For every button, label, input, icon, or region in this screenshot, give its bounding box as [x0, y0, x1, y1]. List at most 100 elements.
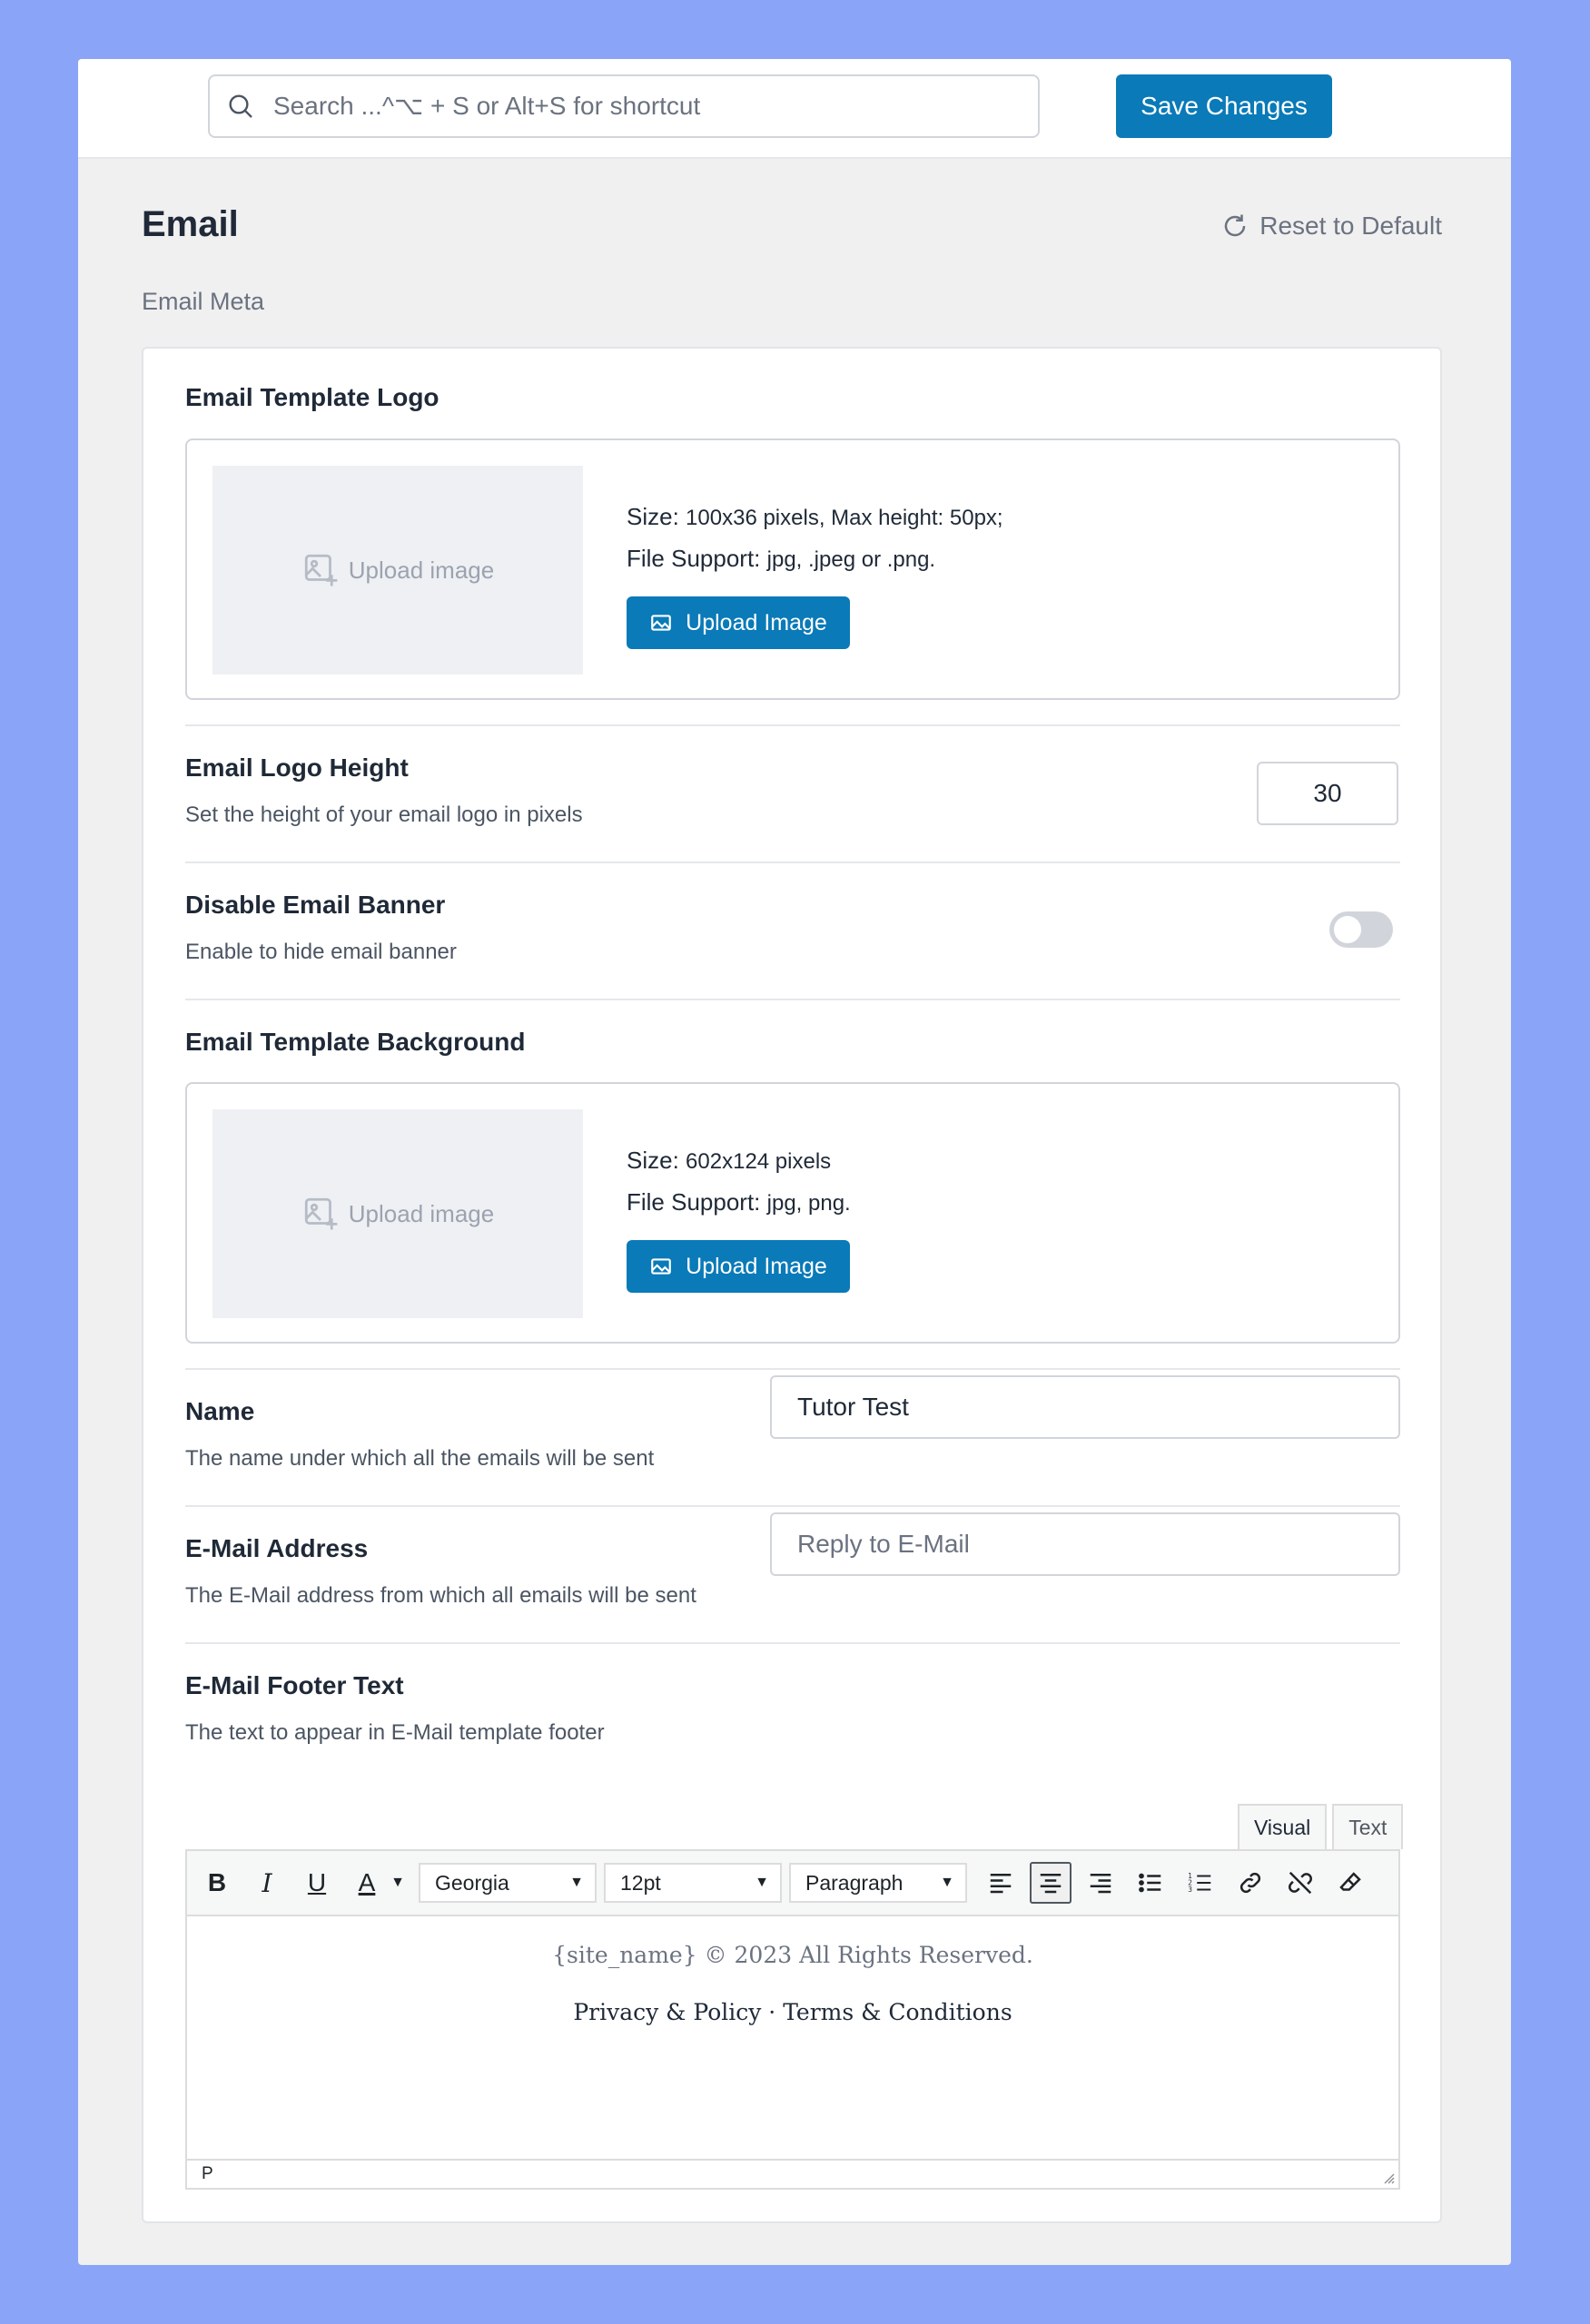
- editor-status-bar: P: [187, 2159, 1398, 2188]
- unlink-icon: [1289, 1871, 1312, 1895]
- name-input[interactable]: [770, 1375, 1400, 1439]
- footer-copyright-line: {site_name} © 2023 All Rights Reserved.: [552, 1942, 1033, 1968]
- logo-height-desc: Set the height of your email logo in pix…: [185, 803, 583, 827]
- editor-toolbar: B I U A ▼ Georgia ▼ 12pt ▼ Paragraph ▼ 1…: [187, 1851, 1398, 1916]
- tab-text[interactable]: Text: [1332, 1804, 1404, 1849]
- email-title: E-Mail Address: [185, 1534, 369, 1562]
- background-support-value: jpg, png.: [766, 1191, 851, 1216]
- banner-title: Disable Email Banner: [185, 891, 446, 919]
- align-right-icon: [1090, 1874, 1111, 1894]
- caret-down-icon: ▼: [569, 1875, 584, 1890]
- image-add-icon: [304, 554, 338, 586]
- align-right-button[interactable]: [1080, 1862, 1121, 1904]
- caret-down-icon: ▼: [755, 1875, 769, 1890]
- align-center-icon: [1040, 1874, 1062, 1894]
- search-input[interactable]: [273, 92, 1000, 121]
- reset-label: Reset to Default: [1259, 212, 1442, 240]
- background-size-value: 602x124 pixels: [686, 1149, 832, 1174]
- footer-desc: The text to appear in E-Mail template fo…: [185, 1720, 605, 1745]
- text-color-button[interactable]: A: [346, 1862, 388, 1904]
- email-settings-card: Email Template Logo Upload image Size: 1…: [142, 347, 1442, 2223]
- footer-editor: B I U A ▼ Georgia ▼ 12pt ▼ Paragraph ▼ 1…: [185, 1849, 1400, 2190]
- logo-upload-area[interactable]: Upload image: [212, 466, 583, 675]
- underline-button[interactable]: U: [296, 1862, 338, 1904]
- logo-upload-area-label: Upload image: [348, 556, 495, 584]
- background-upload-area-label: Upload image: [348, 1199, 495, 1227]
- numbered-list-button[interactable]: 123: [1180, 1862, 1221, 1904]
- divider: [185, 1505, 1400, 1507]
- footer-title: E-Mail Footer Text: [185, 1671, 404, 1699]
- element-path[interactable]: P: [202, 2164, 213, 2184]
- reset-to-default-button[interactable]: Reset to Default: [1221, 212, 1442, 241]
- editor-content[interactable]: {site_name} © 2023 All Rights Reserved. …: [187, 1918, 1398, 2160]
- link-icon: [1239, 1872, 1261, 1894]
- block-format-select[interactable]: Paragraph ▼: [789, 1863, 967, 1903]
- font-family-value: Georgia: [435, 1870, 509, 1895]
- font-size-select[interactable]: 12pt ▼: [604, 1863, 782, 1903]
- tab-visual[interactable]: Visual: [1238, 1804, 1328, 1849]
- name-title: Name: [185, 1397, 255, 1425]
- divider: [185, 999, 1400, 1000]
- align-center-button[interactable]: [1030, 1862, 1072, 1904]
- font-family-select[interactable]: Georgia ▼: [419, 1863, 597, 1903]
- section-label: Email Meta: [142, 288, 265, 315]
- top-bar: Save Changes: [78, 59, 1511, 159]
- clear-formatting-button[interactable]: [1329, 1862, 1371, 1904]
- logo-support-value: jpg, .jpeg or .png.: [766, 547, 936, 572]
- align-left-button[interactable]: [980, 1862, 1022, 1904]
- remove-link-button[interactable]: [1279, 1862, 1321, 1904]
- resize-handle-icon[interactable]: [1380, 2170, 1395, 2184]
- background-upload-info: Size: 602x124 pixels File Support: jpg, …: [627, 1140, 851, 1224]
- image-icon: [651, 615, 672, 631]
- caret-down-icon: ▼: [940, 1875, 954, 1890]
- background-upload-button[interactable]: Upload Image: [627, 1240, 850, 1293]
- background-upload-box: Upload image Size: 602x124 pixels File S…: [185, 1082, 1400, 1344]
- bullet-list-button[interactable]: [1130, 1862, 1171, 1904]
- search-icon: [229, 94, 252, 118]
- svg-text:3: 3: [1188, 1886, 1192, 1894]
- disable-banner-toggle[interactable]: [1329, 911, 1393, 948]
- logo-height-title: Email Logo Height: [185, 753, 409, 782]
- logo-upload-info: Size: 100x36 pixels, Max height: 50px; F…: [627, 497, 1003, 580]
- page-title: Email: [142, 204, 239, 244]
- banner-desc: Enable to hide email banner: [185, 940, 457, 964]
- align-left-icon: [990, 1874, 1012, 1894]
- settings-window: Save Changes Email Reset to Default Emai…: [78, 59, 1511, 2265]
- search-box[interactable]: [208, 74, 1040, 138]
- block-format-value: Paragraph: [805, 1870, 904, 1895]
- eraser-icon: [1339, 1872, 1361, 1891]
- logo-size-value: 100x36 pixels, Max height: 50px;: [686, 506, 1003, 530]
- divider: [185, 1368, 1400, 1370]
- bullet-list-icon: [1139, 1873, 1161, 1893]
- logo-size-label: Size:: [627, 503, 679, 530]
- logo-height-input[interactable]: [1257, 762, 1398, 825]
- bold-button[interactable]: B: [196, 1862, 238, 1904]
- italic-button[interactable]: I: [246, 1862, 288, 1904]
- background-upload-button-label: Upload Image: [686, 1253, 827, 1279]
- footer-links-line: Privacy & Policy · Terms & Conditions: [573, 1999, 1012, 2025]
- email-desc: The E-Mail address from which all emails…: [185, 1583, 696, 1608]
- font-size-value: 12pt: [620, 1870, 661, 1895]
- divider: [185, 1642, 1400, 1644]
- background-support-label: File Support:: [627, 1188, 761, 1216]
- background-upload-area[interactable]: Upload image: [212, 1109, 583, 1318]
- image-icon: [651, 1258, 672, 1275]
- reset-icon: [1224, 214, 1246, 237]
- logo-support-label: File Support:: [627, 545, 761, 572]
- toggle-knob: [1334, 916, 1361, 943]
- insert-link-button[interactable]: [1230, 1862, 1271, 1904]
- logo-upload-box: Upload image Size: 100x36 pixels, Max he…: [185, 438, 1400, 700]
- logo-upload-button-label: Upload Image: [686, 609, 827, 635]
- editor-tabs: Visual Text: [1238, 1804, 1408, 1849]
- logo-title: Email Template Logo: [185, 383, 439, 411]
- email-input[interactable]: [770, 1512, 1400, 1576]
- divider: [185, 862, 1400, 863]
- divider: [185, 724, 1400, 726]
- text-color-dropdown-icon[interactable]: ▼: [388, 1862, 408, 1904]
- numbered-list-icon: 123: [1188, 1872, 1211, 1894]
- logo-upload-button[interactable]: Upload Image: [627, 596, 850, 649]
- background-title: Email Template Background: [185, 1028, 526, 1056]
- image-add-icon: [304, 1197, 338, 1230]
- save-changes-button[interactable]: Save Changes: [1116, 74, 1332, 138]
- name-desc: The name under which all the emails will…: [185, 1446, 655, 1471]
